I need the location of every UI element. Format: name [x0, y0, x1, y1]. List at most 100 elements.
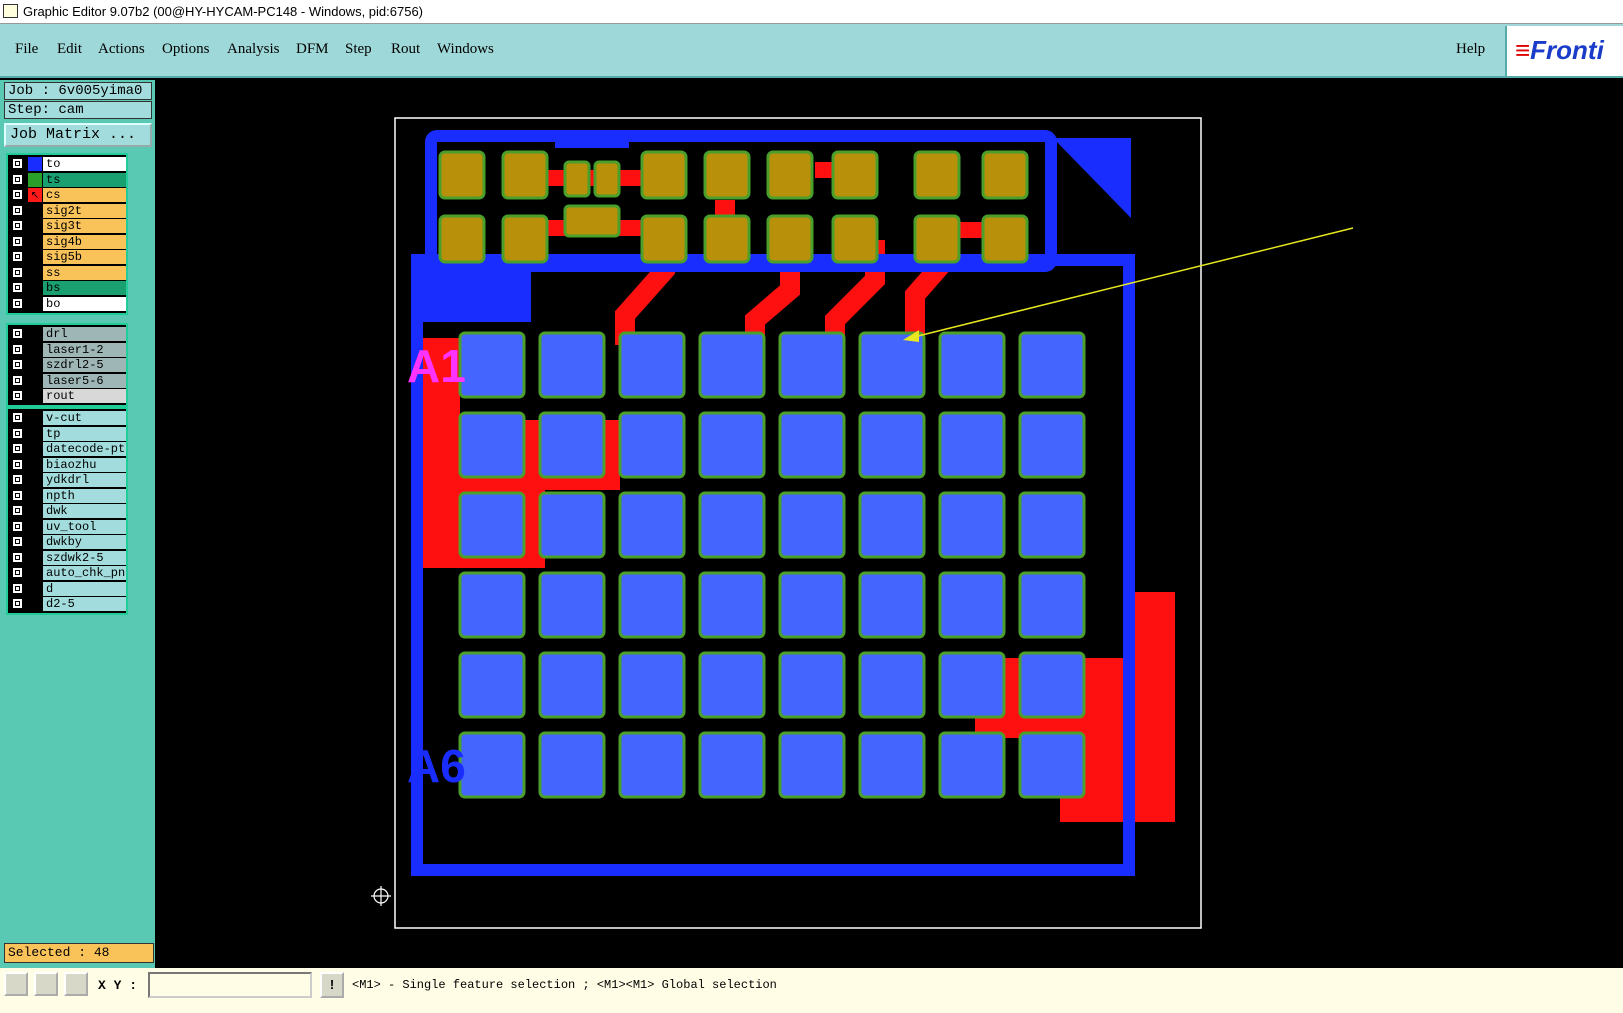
- layer-name[interactable]: cs: [43, 188, 126, 202]
- layer-name[interactable]: d2-5: [43, 597, 126, 611]
- layer-color-swatch[interactable]: [28, 265, 42, 280]
- layer-row-ts[interactable]: ts: [8, 172, 126, 187]
- layer-row-dwkby[interactable]: dwkby: [8, 535, 126, 549]
- layer-color-swatch[interactable]: [28, 473, 42, 487]
- layer-row-to[interactable]: to: [8, 157, 126, 171]
- layer-row-d[interactable]: d: [8, 581, 126, 596]
- layer-name[interactable]: biaozhu: [43, 457, 126, 472]
- layer-row-szdrl2-5[interactable]: szdrl2-5: [8, 358, 126, 372]
- layer-checkbox[interactable]: [12, 204, 23, 216]
- layer-row-d2-5[interactable]: d2-5: [8, 597, 126, 611]
- layer-row-laser1-2[interactable]: laser1-2: [8, 342, 126, 357]
- layer-color-swatch[interactable]: [28, 281, 42, 295]
- layer-color-swatch[interactable]: [28, 296, 42, 311]
- pcb-view[interactable]: A1 A6: [155, 80, 1623, 968]
- layer-name[interactable]: d: [43, 581, 126, 596]
- layer-color-swatch[interactable]: [28, 426, 42, 441]
- layer-name[interactable]: sig3t: [43, 219, 126, 233]
- layer-name[interactable]: v-cut: [43, 411, 126, 425]
- layer-row-auto_chk_pnl[interactable]: auto_chk_pnl: [8, 566, 126, 580]
- layer-color-swatch[interactable]: [28, 597, 42, 611]
- graphic-canvas[interactable]: A1 A6: [155, 80, 1623, 968]
- layer-name[interactable]: ydkdrl: [43, 473, 126, 487]
- menu-actions[interactable]: Actions: [98, 41, 145, 58]
- layer-checkbox[interactable]: [12, 582, 23, 594]
- layer-row-sig5b[interactable]: sig5b: [8, 250, 126, 264]
- layer-color-swatch[interactable]: [28, 581, 42, 596]
- zoom-area-icon[interactable]: [34, 972, 58, 996]
- layer-row-npth[interactable]: npth: [8, 488, 126, 503]
- layer-checkbox[interactable]: [12, 536, 23, 547]
- layer-row-szdwk2-5[interactable]: szdwk2-5: [8, 550, 126, 565]
- layer-name[interactable]: laser1-2: [43, 342, 126, 357]
- layer-row-cs[interactable]: ↖ cs: [8, 188, 126, 202]
- layer-color-swatch[interactable]: [28, 535, 42, 549]
- job-matrix-button[interactable]: Job Matrix ...: [4, 123, 152, 147]
- menu-rout[interactable]: Rout: [391, 41, 420, 58]
- layer-row-ydkdrl[interactable]: ydkdrl: [8, 473, 126, 487]
- layer-checkbox[interactable]: [12, 520, 23, 532]
- layer-color-swatch[interactable]: [28, 389, 42, 403]
- layer-color-swatch[interactable]: [28, 488, 42, 503]
- layer-color-swatch[interactable]: ↖: [28, 188, 42, 202]
- layer-checkbox[interactable]: [12, 235, 23, 247]
- layer-name[interactable]: bs: [43, 281, 126, 295]
- zoom-fit-icon[interactable]: [4, 972, 28, 996]
- layer-name[interactable]: uv_tool: [43, 519, 126, 534]
- menu-file[interactable]: File: [15, 41, 38, 58]
- layer-row-biaozhu[interactable]: biaozhu: [8, 457, 126, 472]
- layer-row-laser5-6[interactable]: laser5-6: [8, 373, 126, 388]
- layer-name[interactable]: laser5-6: [43, 373, 126, 388]
- layer-name[interactable]: drl: [43, 327, 126, 341]
- layer-checkbox[interactable]: [12, 297, 23, 309]
- layer-checkbox[interactable]: [12, 266, 23, 278]
- layer-name[interactable]: sig4b: [43, 234, 126, 249]
- layer-checkbox[interactable]: [12, 328, 23, 339]
- layer-checkbox[interactable]: [12, 374, 23, 386]
- layer-color-swatch[interactable]: [28, 250, 42, 264]
- layer-color-swatch[interactable]: [28, 327, 42, 341]
- layer-color-swatch[interactable]: [28, 358, 42, 372]
- menu-step[interactable]: Step: [345, 41, 372, 58]
- layer-row-drl[interactable]: drl: [8, 327, 126, 341]
- layer-name[interactable]: szdwk2-5: [43, 550, 126, 565]
- layer-name[interactable]: sig2t: [43, 203, 126, 218]
- layer-row-dwk[interactable]: dwk: [8, 504, 126, 518]
- xy-input[interactable]: [148, 972, 312, 998]
- layer-color-swatch[interactable]: [28, 457, 42, 472]
- layer-checkbox[interactable]: [12, 158, 23, 169]
- layer-color-swatch[interactable]: [28, 519, 42, 534]
- layer-color-swatch[interactable]: [28, 411, 42, 425]
- warning-button[interactable]: !: [320, 972, 344, 998]
- layer-checkbox[interactable]: [12, 567, 23, 578]
- menu-analysis[interactable]: Analysis: [227, 41, 280, 58]
- layer-name[interactable]: sig5b: [43, 250, 126, 264]
- layer-color-swatch[interactable]: [28, 203, 42, 218]
- layer-checkbox[interactable]: [12, 359, 23, 370]
- layer-name[interactable]: dwk: [43, 504, 126, 518]
- layer-color-swatch[interactable]: [28, 373, 42, 388]
- layer-color-swatch[interactable]: [28, 566, 42, 580]
- menu-dfm[interactable]: DFM: [296, 41, 329, 58]
- layer-color-swatch[interactable]: [28, 157, 42, 171]
- layer-checkbox[interactable]: [12, 251, 23, 262]
- layer-row-sig3t[interactable]: sig3t: [8, 219, 126, 233]
- layer-checkbox[interactable]: [12, 282, 23, 293]
- layer-row-rout[interactable]: rout: [8, 389, 126, 403]
- layer-row-ss[interactable]: ss: [8, 265, 126, 280]
- layer-name[interactable]: szdrl2-5: [43, 358, 126, 372]
- menu-edit[interactable]: Edit: [57, 41, 82, 58]
- layer-checkbox[interactable]: [12, 458, 23, 470]
- layer-color-swatch[interactable]: [28, 234, 42, 249]
- layer-checkbox[interactable]: [12, 390, 23, 401]
- grid-snap-icon[interactable]: [64, 972, 88, 996]
- layer-checkbox[interactable]: [12, 343, 23, 355]
- menu-help[interactable]: Help: [1456, 41, 1485, 58]
- layer-color-swatch[interactable]: [28, 219, 42, 233]
- layer-name[interactable]: bo: [43, 296, 126, 311]
- layer-row-v-cut[interactable]: v-cut: [8, 411, 126, 425]
- layer-checkbox[interactable]: [12, 427, 23, 439]
- layer-row-sig2t[interactable]: sig2t: [8, 203, 126, 218]
- layer-name[interactable]: datecode-pte: [43, 442, 126, 456]
- layer-checkbox[interactable]: [12, 220, 23, 231]
